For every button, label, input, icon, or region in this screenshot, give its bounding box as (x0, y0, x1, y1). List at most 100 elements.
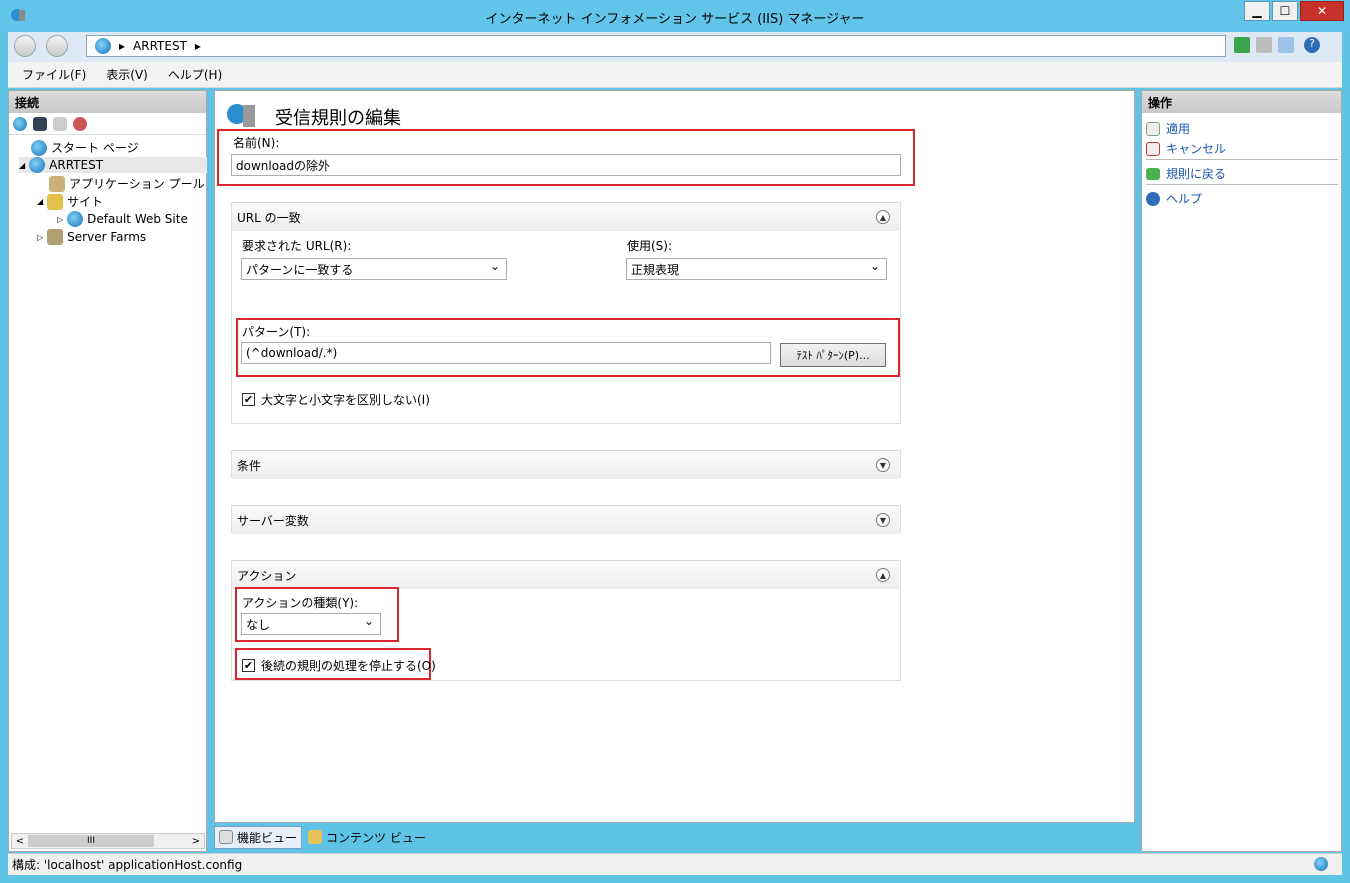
tab-features-view[interactable]: 機能ビュー (214, 825, 303, 849)
tree-item-sites[interactable]: ◢ サイト (37, 193, 103, 210)
status-text: 構成: 'localhost' applicationHost.config (12, 858, 243, 872)
website-icon (67, 211, 84, 227)
features-view-icon (219, 830, 233, 844)
up-icon[interactable] (53, 116, 67, 131)
pattern-label: パターン(T): (242, 325, 311, 339)
action-label: ヘルプ (1166, 192, 1203, 206)
using-select[interactable]: 正規表現 (626, 258, 887, 280)
help-action[interactable]: ヘルプ (1146, 190, 1202, 207)
back-button[interactable] (14, 35, 36, 57)
scroll-thumb[interactable]: III (28, 835, 154, 847)
requested-url-select[interactable]: パターンに一致する (241, 258, 507, 280)
name-label: 名前(N): (233, 136, 280, 150)
minimize-button[interactable]: ▁ (1244, 1, 1270, 21)
expand-icon[interactable]: ▷ (57, 215, 63, 224)
page-title: 受信規則の編集 (275, 108, 401, 129)
collapse-icon[interactable]: ◢ (19, 161, 25, 170)
action-section: アクション ▲ アクションの種類(Y): なし ✔ 後続の規則の処理を停止する(… (231, 560, 901, 681)
back-arrow-icon (1146, 167, 1160, 180)
stop-processing-checkbox[interactable]: ✔ (242, 659, 255, 672)
expand-icon[interactable]: ▷ (37, 233, 43, 242)
address-bar[interactable]: ▸ ARRTEST ▸ (86, 35, 1226, 57)
collapse-chevron-icon[interactable]: ▲ (876, 210, 890, 224)
disconnect-icon[interactable] (73, 116, 87, 131)
stop-processing-row[interactable]: ✔ 後続の規則の処理を停止する(O) (242, 657, 436, 674)
menu-view[interactable]: 表示(V) (106, 66, 148, 83)
tree-item-server[interactable]: ◢ ARRTEST (19, 157, 207, 173)
stop-icon[interactable] (1256, 37, 1272, 53)
tab-content-view[interactable]: コンテンツ ビュー (304, 827, 430, 848)
tab-label: コンテンツ ビュー (326, 830, 426, 845)
apply-action[interactable]: 適用 (1146, 120, 1190, 137)
tree-item-label: サイト (67, 195, 104, 209)
conditions-section: 条件 ▼ (231, 450, 901, 479)
name-input[interactable]: downloadの除外 (231, 154, 901, 176)
expand-chevron-icon[interactable]: ▼ (876, 513, 890, 527)
status-bar: 構成: 'localhost' applicationHost.config (8, 853, 1342, 875)
address-item-arrtest[interactable]: ARRTEST (133, 39, 187, 53)
back-to-rules-action[interactable]: 規則に戻る (1146, 165, 1226, 182)
navigation-bar: ▸ ARRTEST ▸ ? (8, 32, 1342, 62)
collapse-chevron-icon[interactable]: ▲ (876, 568, 890, 582)
refresh-icon[interactable] (1234, 37, 1250, 53)
home-icon[interactable] (1278, 37, 1294, 53)
ignore-case-label: 大文字と小文字を区別しない(I) (261, 393, 430, 407)
section-title: サーバー変数 (237, 513, 309, 528)
action-type-select[interactable]: なし (241, 613, 381, 635)
stop-processing-label: 後続の規則の処理を停止する(O) (261, 659, 436, 673)
tab-label: 機能ビュー (237, 830, 298, 845)
menu-help[interactable]: ヘルプ(H) (168, 66, 222, 83)
connections-panel: 接続 スタート ページ ◢ ARRTEST アプリケーション プール ◢ サイト… (8, 90, 207, 852)
tree-item-label: スタート ページ (51, 141, 139, 155)
help-icon[interactable]: ? (1304, 37, 1320, 53)
server-icon (95, 38, 111, 54)
test-pattern-button[interactable]: ﾃｽﾄ ﾊﾟﾀｰﾝ(P)... (780, 343, 886, 367)
action-label: 規則に戻る (1166, 167, 1227, 181)
expand-chevron-icon[interactable]: ▼ (876, 458, 890, 472)
url-match-header[interactable]: URL の一致 ▲ (232, 203, 900, 231)
address-chevron-icon[interactable]: ▸ (195, 39, 201, 53)
pattern-input[interactable]: (^download/.*) (241, 342, 771, 364)
server-variables-section: サーバー変数 ▼ (231, 505, 901, 534)
tree-item-label: Default Web Site (87, 212, 188, 226)
cancel-icon (1146, 141, 1160, 156)
connection-status-icon (1314, 857, 1328, 871)
connect-icon[interactable] (13, 116, 27, 131)
start-page-icon (31, 139, 47, 156)
ignore-case-checkbox[interactable]: ✔ (242, 393, 255, 406)
actions-panel: 操作 適用 キャンセル 規則に戻る ヘルプ (1141, 90, 1342, 852)
tree-item-label: ARRTEST (49, 158, 104, 172)
tree-item-label: Server Farms (67, 230, 147, 244)
menu-file[interactable]: ファイル(F) (22, 66, 86, 83)
scroll-right-icon[interactable]: > (188, 836, 204, 847)
conditions-header[interactable]: 条件 ▼ (232, 451, 900, 479)
actions-divider (1146, 184, 1338, 185)
tree-item-server-farms[interactable]: ▷ Server Farms (37, 229, 146, 245)
tree-item-default-web-site[interactable]: ▷ Default Web Site (57, 211, 188, 227)
tree-item-start-page[interactable]: スタート ページ (31, 139, 139, 156)
ignore-case-row[interactable]: ✔ 大文字と小文字を区別しない(I) (242, 391, 430, 408)
forward-button[interactable] (46, 35, 68, 57)
main-panel: 受信規則の編集 名前(N): downloadの除外 URL の一致 ▲ 要求さ… (214, 90, 1135, 823)
maximize-button[interactable]: ☐ (1272, 1, 1298, 21)
tree-item-app-pools[interactable]: アプリケーション プール (49, 175, 205, 192)
action-header[interactable]: アクション ▲ (232, 561, 900, 589)
url-match-section: URL の一致 ▲ 要求された URL(R): パターンに一致する 使用(S):… (231, 202, 901, 424)
view-tabs: 機能ビュー コンテンツ ビュー (214, 825, 1134, 849)
collapse-icon[interactable]: ◢ (37, 197, 43, 206)
close-button[interactable]: ✕ (1300, 1, 1344, 21)
action-label: 適用 (1166, 122, 1191, 136)
horizontal-scrollbar[interactable]: < III > (11, 833, 205, 849)
action-type-label: アクションの種類(Y): (242, 596, 359, 610)
requested-url-label: 要求された URL(R): (242, 239, 352, 253)
save-icon[interactable] (33, 116, 47, 131)
scroll-left-icon[interactable]: < (12, 836, 28, 847)
inbound-rule-icon (225, 101, 259, 129)
connections-header: 接続 (9, 91, 206, 113)
cancel-action[interactable]: キャンセル (1146, 140, 1226, 157)
help-icon (1146, 191, 1160, 206)
server-variables-header[interactable]: サーバー変数 ▼ (232, 506, 900, 534)
menu-bar: ファイル(F) 表示(V) ヘルプ(H) (8, 62, 1342, 88)
using-label: 使用(S): (627, 239, 673, 253)
actions-header: 操作 (1142, 91, 1341, 113)
